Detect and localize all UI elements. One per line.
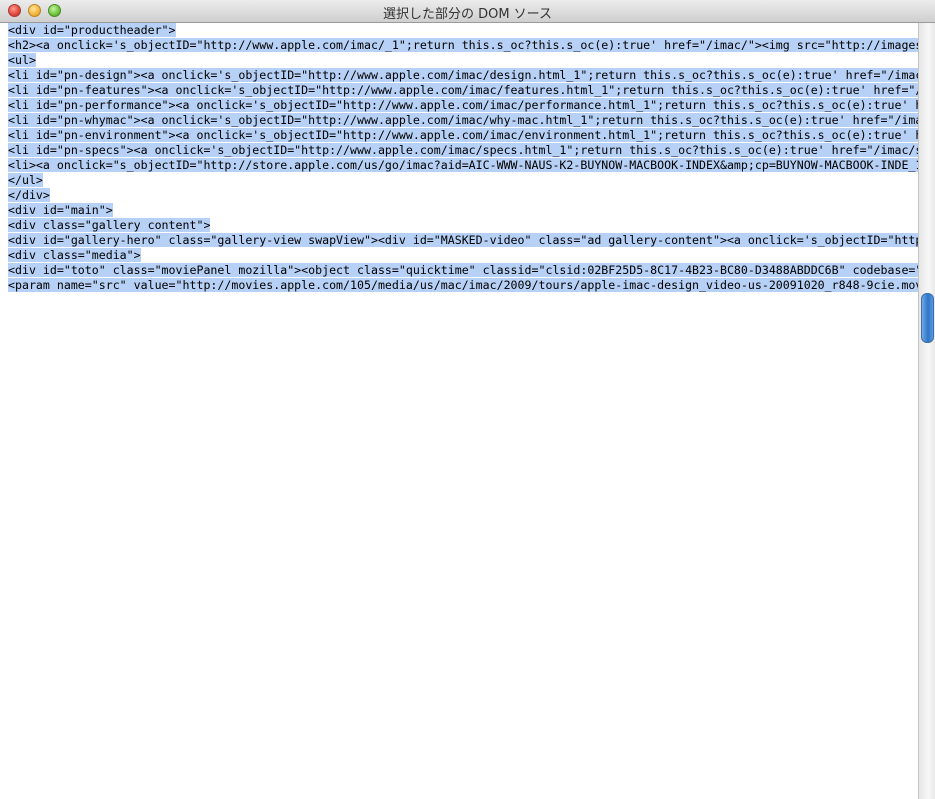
window-title: 選択した部分の DOM ソース bbox=[382, 7, 553, 22]
source-code-line-18: <div id="toto" class="moviePanel mozilla… bbox=[0, 263, 919, 278]
title-bar: 選択した部分の DOM ソース bbox=[0, 0, 935, 23]
source-code-line-10: <li><a onclick="s_objectID="http://store… bbox=[0, 158, 919, 173]
source-code-line-3: <ul> bbox=[0, 53, 919, 68]
source-code-line-16: <div id="gallery-hero" class="gallery-vi… bbox=[0, 233, 919, 248]
source-code-line-text: <li id="pn-performance"><a onclick='s_ob… bbox=[8, 98, 919, 112]
source-code-line-text: <div id="main"> bbox=[8, 203, 113, 217]
source-code-line-9: <li id="pn-specs"><a onclick='s_objectID… bbox=[0, 143, 919, 158]
source-code-line-text: <div id="gallery-hero" class="gallery-vi… bbox=[8, 233, 919, 247]
dom-source-window: 選択した部分の DOM ソース <div id="productheader">… bbox=[0, 0, 935, 799]
dom-source-content[interactable]: <div id="productheader"> <h2><a onclick=… bbox=[0, 23, 919, 799]
scrollbar-thumb[interactable] bbox=[921, 293, 934, 343]
source-code-line-text: <li id="pn-whymac"><a onclick='s_objectI… bbox=[8, 113, 919, 127]
source-code-line-15: <div class="gallery content"> bbox=[0, 218, 919, 233]
source-code-line-text: <li id="pn-design"><a onclick='s_objectI… bbox=[8, 68, 919, 82]
source-code-line-5: <li id="pn-features"><a onclick='s_objec… bbox=[0, 83, 919, 98]
source-code-line-text: <div id="productheader"> bbox=[8, 23, 176, 37]
source-code-line-text: <li id="pn-environment"><a onclick='s_ob… bbox=[8, 128, 919, 142]
source-code-line-17: <div class="media"> bbox=[0, 248, 919, 263]
source-code-line-text: <li id="pn-specs"><a onclick='s_objectID… bbox=[8, 143, 919, 157]
source-code-line-2: <h2><a onclick='s_objectID="http://www.a… bbox=[0, 38, 919, 53]
source-code-line-text: <div id="toto" class="moviePanel mozilla… bbox=[8, 263, 919, 277]
source-code-line-text: <li><a onclick="s_objectID="http://store… bbox=[8, 158, 919, 172]
source-code-line-19: <param name="src" value="http://movies.a… bbox=[0, 278, 919, 293]
source-code-line-text: <ul> bbox=[8, 53, 36, 67]
source-code-line-4: <li id="pn-design"><a onclick='s_objectI… bbox=[0, 68, 919, 83]
source-code-line-text: <li id="pn-features"><a onclick='s_objec… bbox=[8, 83, 919, 97]
source-code-line-7: <li id="pn-whymac"><a onclick='s_objectI… bbox=[0, 113, 919, 128]
source-code-line-text: <param name="src" value="http://movies.a… bbox=[8, 278, 919, 292]
source-code-line-text: <div class="media"> bbox=[8, 248, 141, 262]
source-code-line-1: <div id="productheader"> bbox=[0, 23, 919, 38]
source-code-line-text: </div> bbox=[8, 188, 50, 202]
source-code-line-text: <h2><a onclick='s_objectID="http://www.a… bbox=[8, 38, 919, 52]
source-code-line-14: <div id="main"> bbox=[0, 203, 919, 218]
source-code-line-12: </div> bbox=[0, 188, 919, 203]
source-code-line-8: <li id="pn-environment"><a onclick='s_ob… bbox=[0, 128, 919, 143]
source-code-line-text: </ul> bbox=[8, 173, 43, 187]
source-code-line-11: </ul> bbox=[0, 173, 919, 188]
source-code-line-text: <div class="gallery content"> bbox=[8, 218, 211, 232]
source-code-line-6: <li id="pn-performance"><a onclick='s_ob… bbox=[0, 98, 919, 113]
vertical-scrollbar[interactable] bbox=[918, 23, 935, 799]
